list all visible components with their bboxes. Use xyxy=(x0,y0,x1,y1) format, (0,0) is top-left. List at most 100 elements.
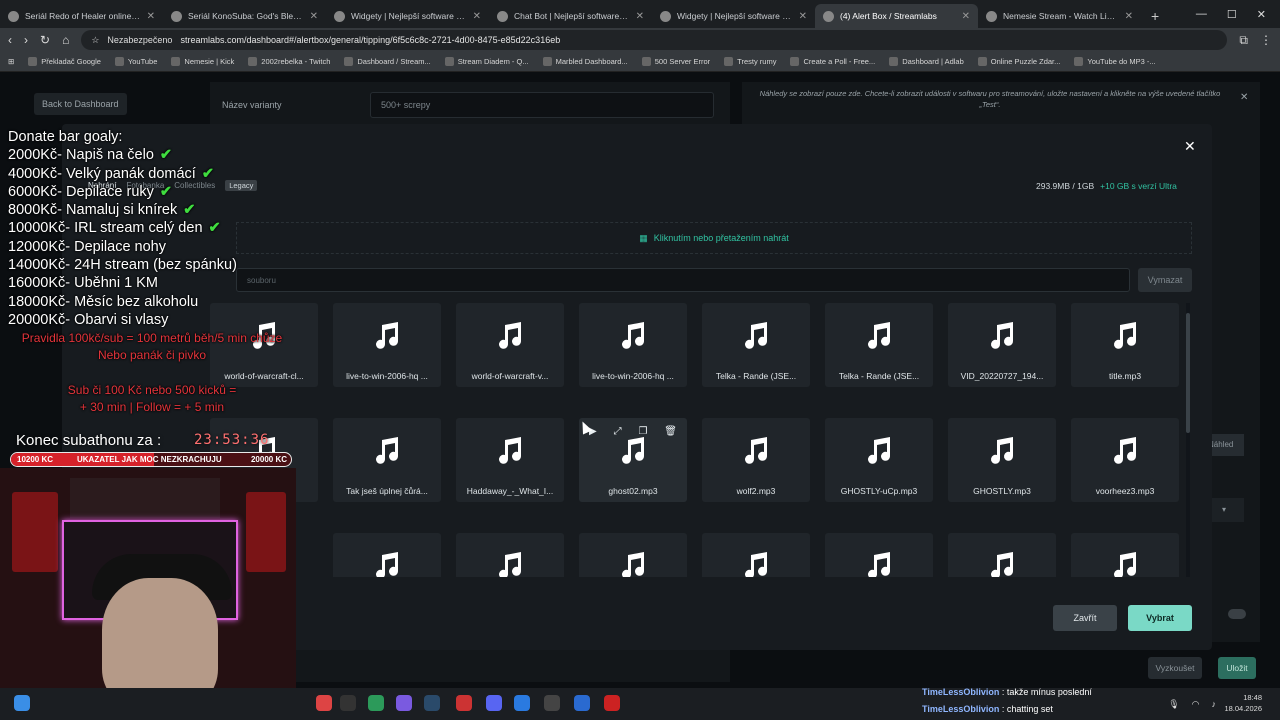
browser-tab[interactable]: Widgety | Nejlepší software pro vyle ✕ xyxy=(652,4,815,28)
save-button[interactable]: Uložit xyxy=(1218,657,1256,679)
browser-tab[interactable]: Chat Bot | Nejlepší software pro vyle ✕ xyxy=(489,4,652,28)
expand-icon[interactable]: ⤢ xyxy=(614,426,622,437)
bookmark-item[interactable]: YouTube xyxy=(114,57,157,66)
windows-icon[interactable] xyxy=(14,695,30,711)
home-icon[interactable]: ⌂ xyxy=(62,33,69,47)
tab-close-icon[interactable]: ✕ xyxy=(473,11,481,22)
bookmark-item[interactable]: Create a Poll - Free... xyxy=(790,57,875,66)
volume-icon[interactable]: ♪ xyxy=(1212,699,1217,710)
media-tile[interactable]: wolf2.mp3 xyxy=(702,418,810,502)
upload-dropzone[interactable]: ▦ Kliknutím nebo přetažením nahrát xyxy=(236,222,1192,254)
bookmark-item[interactable]: Překladač Google xyxy=(28,57,101,66)
media-tile[interactable]: live-to-win-2006-hq ... xyxy=(579,303,687,387)
wifi-icon[interactable]: ◠ xyxy=(1192,699,1200,710)
variant-name-input[interactable]: 500+ screpy xyxy=(370,92,714,118)
tab-close-icon[interactable]: ✕ xyxy=(799,11,807,22)
media-tile[interactable]: GHOSTLY-uCp.mp3 xyxy=(825,418,933,502)
url-text[interactable]: streamlabs.com/dashboard#/alertbox/gener… xyxy=(180,35,560,45)
maximize-icon[interactable]: ☐ xyxy=(1227,8,1237,21)
close-window-icon[interactable]: ✕ xyxy=(1257,8,1266,21)
media-tile[interactable]: ghost02.mp3 ▶ ⤢ ❐ 🗑 xyxy=(579,418,687,502)
steam-icon[interactable] xyxy=(424,695,440,711)
tab-close-icon[interactable]: ✕ xyxy=(636,11,644,22)
file-search-input[interactable]: souboru xyxy=(236,268,1130,292)
browser-tab[interactable]: (4) Alert Box / Streamlabs ✕ xyxy=(815,4,978,28)
app2-icon[interactable] xyxy=(574,695,590,711)
bookmark-item[interactable]: YouTube do MP3 -... xyxy=(1074,57,1156,66)
modal-close-button[interactable]: Zavřít xyxy=(1053,605,1117,631)
music-note-icon xyxy=(986,434,1018,466)
tab-close-icon[interactable]: ✕ xyxy=(310,11,318,22)
back-icon[interactable]: ‹ xyxy=(8,33,12,47)
media-tile[interactable] xyxy=(702,533,810,577)
chrome-icon[interactable] xyxy=(316,695,332,711)
back-to-dashboard-button[interactable]: Back to Dashboard xyxy=(34,93,127,115)
close-note-icon[interactable]: ✕ xyxy=(1240,92,1248,103)
media-tile[interactable]: live-to-win-2006-hq ... xyxy=(333,303,441,387)
bookmark-item[interactable]: 500 Server Error xyxy=(641,57,710,66)
clear-button[interactable]: Vymazat xyxy=(1138,268,1192,292)
media-tile[interactable] xyxy=(948,533,1056,577)
bookmark-item[interactable]: Nemesie | Kick xyxy=(171,57,234,66)
bookmark-favicon-icon xyxy=(542,57,552,66)
security-label[interactable]: Nezabezpečeno xyxy=(107,35,172,45)
browser-tab[interactable]: Seriál KonoSuba: God's Blessing on ✕ xyxy=(163,4,326,28)
files-icon[interactable] xyxy=(514,695,530,711)
modal-close-icon[interactable]: ✕ xyxy=(1184,138,1196,155)
bookmark-item[interactable]: Dashboard / Stream... xyxy=(344,57,431,66)
media-tile[interactable]: VID_20220727_194... xyxy=(948,303,1056,387)
browser-tab[interactable]: Widgety | Nejlepší software pro vyle ✕ xyxy=(326,4,489,28)
media-tile[interactable]: world-of-warcraft-v... xyxy=(456,303,564,387)
media-tile[interactable]: voorheez3.mp3 xyxy=(1071,418,1179,502)
test-button[interactable]: Vyzkoušet xyxy=(1148,657,1202,679)
media-tile[interactable] xyxy=(333,533,441,577)
omnibox[interactable]: ☆ Nezabezpečeno streamlabs.com/dashboard… xyxy=(81,30,1228,50)
bookmark-item[interactable]: Marbled Dashboard... xyxy=(542,57,628,66)
trash-icon[interactable]: 🗑 xyxy=(664,426,677,437)
apps-icon[interactable]: ⊞ xyxy=(8,57,14,66)
maps-icon[interactable] xyxy=(456,695,472,711)
bookmark-item[interactable]: Tresty rumy xyxy=(724,57,776,66)
app-icon[interactable] xyxy=(396,695,412,711)
bookmark-item[interactable]: 2002rebelka - Twitch xyxy=(248,57,330,66)
media-tile[interactable] xyxy=(579,533,687,577)
menu-icon[interactable]: ⋮ xyxy=(1260,33,1272,47)
bookmark-item[interactable]: Online Puzzle Zdar... xyxy=(977,57,1060,66)
media-tile[interactable]: GHOSTLY.mp3 xyxy=(948,418,1056,502)
clock[interactable]: 18:48 18.04.2026 xyxy=(1224,692,1262,714)
media-tile[interactable] xyxy=(456,533,564,577)
media-tile[interactable] xyxy=(1071,533,1179,577)
media-file-name: ghost02.mp3 xyxy=(608,486,658,496)
goal-item: 12000Kč- Depilace nohy xyxy=(8,238,237,256)
media-tile[interactable]: title.mp3 xyxy=(1071,303,1179,387)
grid-scrollbar[interactable] xyxy=(1186,303,1190,577)
app3-icon[interactable] xyxy=(604,695,620,711)
media-tile[interactable]: Telka - Rande (JSE... xyxy=(702,303,810,387)
xbox-icon[interactable] xyxy=(368,695,384,711)
forward-icon[interactable]: › xyxy=(24,33,28,47)
media-tile[interactable]: Tak jseš úplnej čůrá... xyxy=(333,418,441,502)
tab-close-icon[interactable]: ✕ xyxy=(962,11,970,22)
storage-upsell[interactable]: +10 GB s verzí Ultra xyxy=(1100,181,1177,191)
discord-icon[interactable] xyxy=(486,695,502,711)
browser-tab[interactable]: Seriál Redo of Healer online - Svetse ✕ xyxy=(0,4,163,28)
tab-close-icon[interactable]: ✕ xyxy=(147,11,155,22)
epic-icon[interactable] xyxy=(340,695,356,711)
minimize-icon[interactable]: — xyxy=(1196,8,1207,20)
browser-tab[interactable]: Nemesie Stream - Watch Live on Kic ✕ xyxy=(978,4,1141,28)
bookmark-star-icon[interactable]: ☆ xyxy=(91,35,99,46)
media-tile[interactable]: Telka - Rande (JSE... xyxy=(825,303,933,387)
tab-close-icon[interactable]: ✕ xyxy=(1125,11,1133,22)
bookmark-item[interactable]: Dashboard | Adlab xyxy=(889,57,964,66)
new-tab-icon[interactable]: + xyxy=(1141,4,1169,28)
extensions-icon[interactable]: ⧉ xyxy=(1239,33,1248,48)
bookmark-item[interactable]: Stream Diadem - Q... xyxy=(444,57,529,66)
obs-icon[interactable] xyxy=(544,695,560,711)
copy-icon[interactable]: ❐ xyxy=(638,426,647,437)
choose-button[interactable]: Vybrat xyxy=(1128,605,1192,631)
mic-icon[interactable]: 🎙 xyxy=(1168,699,1179,710)
media-tile[interactable] xyxy=(825,533,933,577)
toggle-switch[interactable] xyxy=(1228,609,1246,619)
reload-icon[interactable]: ↻ xyxy=(40,33,50,47)
media-tile[interactable]: Haddaway_-_What_I... xyxy=(456,418,564,502)
